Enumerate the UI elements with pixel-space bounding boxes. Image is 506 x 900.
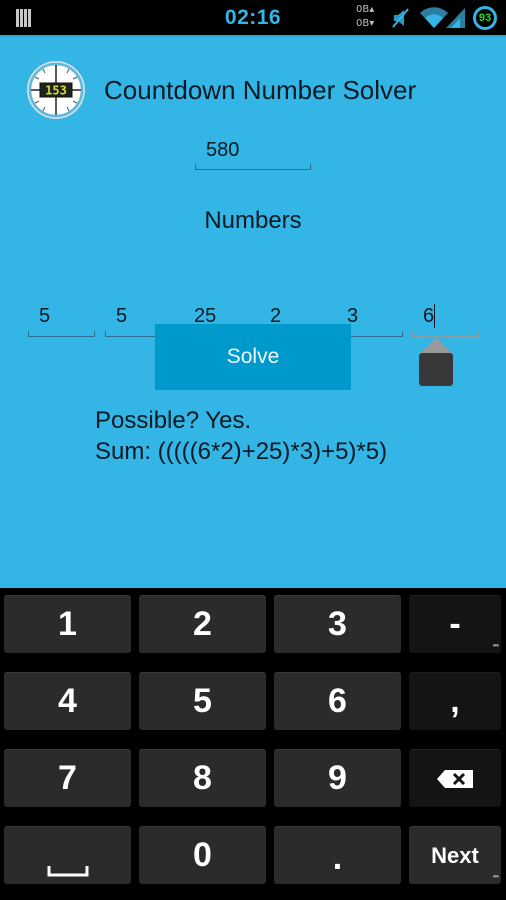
- key-5[interactable]: 5: [139, 672, 266, 730]
- divider: [0, 35, 506, 37]
- backspace-icon: [437, 769, 473, 788]
- key-dash-label: -: [449, 605, 461, 643]
- battery-icon: 93: [473, 6, 497, 30]
- key-backspace[interactable]: [409, 749, 501, 807]
- key-6[interactable]: 6: [274, 672, 401, 730]
- result-text: Possible? Yes. Sum: (((((6*2)+25)*3)+5)*…: [95, 405, 387, 467]
- key-4[interactable]: 4: [4, 672, 131, 730]
- solve-button[interactable]: Solve: [155, 324, 351, 390]
- field-underline: [28, 331, 95, 337]
- key-next-label: Next: [431, 842, 479, 868]
- number-input[interactable]: [28, 301, 95, 328]
- text-cursor: [434, 304, 435, 328]
- text-selection-handle[interactable]: [418, 337, 454, 387]
- result-sum: Sum: (((((6*2)+25)*3)+5)*5): [95, 438, 388, 465]
- numeric-keyboard: 1 2 3 - ••• 4 5 6 , 7 8 9 0 . Next •••: [0, 588, 506, 900]
- number-field-1[interactable]: [28, 301, 95, 337]
- field-underline: [195, 164, 311, 170]
- key-3[interactable]: 3: [274, 595, 401, 653]
- target-number-input[interactable]: [195, 134, 311, 162]
- key-0[interactable]: 0: [139, 826, 266, 884]
- key-next[interactable]: Next •••: [409, 826, 501, 884]
- number-input[interactable]: [412, 301, 479, 328]
- stopwatch-153-icon: 153: [27, 61, 85, 119]
- key-8[interactable]: 8: [139, 749, 266, 807]
- key-1[interactable]: 1: [4, 595, 131, 653]
- key-space[interactable]: [4, 826, 131, 884]
- key-comma-label: ,: [450, 682, 460, 720]
- signal-icon: [446, 8, 465, 28]
- more-keys-indicator: •••: [492, 641, 499, 650]
- key-period[interactable]: .: [274, 826, 401, 884]
- key-dash[interactable]: - •••: [409, 595, 501, 653]
- data-down: 0B▾: [356, 18, 375, 29]
- data-activity: 0B▴ 0B▾: [356, 3, 374, 31]
- key-comma[interactable]: ,: [409, 672, 501, 730]
- result-possible: Possible? Yes.: [95, 407, 252, 434]
- svg-text:153: 153: [45, 84, 67, 98]
- status-bar: 02:16 0B▴ 0B▾ 93: [0, 0, 506, 35]
- key-2[interactable]: 2: [139, 595, 266, 653]
- app-title: Countdown Number Solver: [104, 75, 417, 105]
- mute-icon: [392, 8, 409, 28]
- wifi-icon: [420, 7, 448, 28]
- app-screen: 153 Countdown Number Solver Numbers: [0, 35, 506, 588]
- data-up: 0B▴: [356, 4, 375, 15]
- number-field-6[interactable]: [412, 301, 479, 337]
- key-7[interactable]: 7: [4, 749, 131, 807]
- space-icon: [47, 865, 88, 876]
- more-keys-indicator: •••: [492, 872, 499, 881]
- numbers-label: Numbers: [204, 207, 302, 234]
- target-number-field[interactable]: [195, 134, 311, 170]
- key-9[interactable]: 9: [274, 749, 401, 807]
